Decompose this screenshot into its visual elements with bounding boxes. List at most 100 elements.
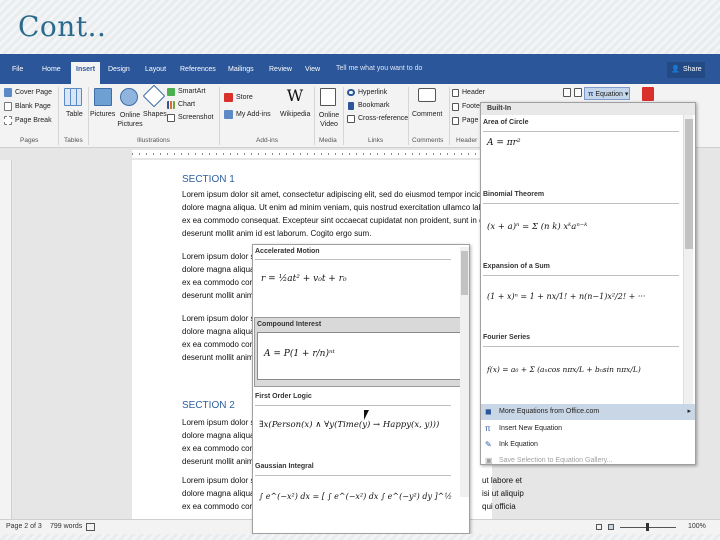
tab-view[interactable]: View: [305, 66, 320, 73]
print-layout-icon[interactable]: [608, 524, 614, 530]
store-icon: [224, 93, 233, 102]
equation-item-label: Expansion of a Sum: [483, 263, 550, 270]
pictures-button[interactable]: Pictures: [90, 111, 115, 118]
my-addins-icon: [224, 110, 233, 119]
ink-icon: ✎: [485, 440, 492, 449]
body-line: deserunt mollit anim id: [182, 291, 263, 300]
online-video-button[interactable]: Online Video: [318, 111, 340, 129]
body-line: dolore magna aliqua.: [182, 327, 257, 336]
hyperlink-icon: [347, 89, 355, 96]
word-count[interactable]: 799 words: [50, 523, 82, 530]
dropdown-scrollbar[interactable]: [683, 115, 693, 405]
tell-me-box[interactable]: Tell me what you want to do: [336, 65, 422, 72]
equation-item[interactable]: (x + a)ⁿ = Σ (n k) xᵏaⁿ⁻ᵏ: [483, 203, 679, 255]
equation-item[interactable]: A = πr²: [483, 131, 679, 175]
online-pictures-icon: [120, 88, 138, 106]
body-line: dolore magna aliqua.: [182, 265, 257, 274]
header-button[interactable]: Header: [462, 89, 485, 96]
pdf-icon[interactable]: [642, 87, 654, 101]
body-line: Lorem ipsum dolor sit amet, consectetur …: [182, 190, 492, 199]
body-line: ut labore et: [482, 476, 523, 485]
equation-area-of-circle: A = πr²: [487, 138, 521, 148]
slide-title: Cont..: [18, 10, 107, 43]
more-equations-menu-item[interactable]: ◼ More Equations from Office.com ▸: [481, 404, 695, 420]
table-button[interactable]: Table: [66, 111, 83, 118]
page-number-button[interactable]: Page: [462, 117, 478, 124]
tab-references[interactable]: References: [180, 66, 216, 73]
gallery-item[interactable]: r = ½at² + v₀t + r₀: [255, 259, 451, 309]
bookmark-icon: [348, 102, 354, 110]
zoom-level[interactable]: 100%: [688, 523, 706, 530]
body-line: ex ea commodo consequat. Excepteur sint …: [182, 216, 499, 225]
equation-item-label: Area of Circle: [483, 119, 529, 126]
group-divider: [408, 87, 409, 145]
equation-first-order-logic: ∃x(Person(x) ∧ ∀y(Time(y) → Happy(x, y))…: [259, 420, 440, 430]
cover-page-button[interactable]: Cover Page: [15, 89, 52, 96]
gallery-item[interactable]: ∫ e^(−x²) dx = [ ∫ e^(−x²) dx ∫ e^(−y²) …: [255, 475, 453, 533]
shapes-button[interactable]: Shapes: [143, 111, 167, 118]
group-label-illustrations: Illustrations: [137, 137, 170, 144]
online-pictures-button[interactable]: Online Pictures: [116, 111, 144, 129]
gallery-scrollbar[interactable]: [460, 247, 469, 497]
bookmark-button[interactable]: Bookmark: [358, 102, 390, 109]
page-count[interactable]: Page 2 of 3: [6, 523, 42, 530]
comment-icon: [418, 88, 436, 102]
blank-page-icon: [4, 102, 12, 111]
group-divider: [343, 87, 344, 145]
ink-equation-menu-item[interactable]: ✎ Ink Equation: [481, 437, 695, 453]
tab-home[interactable]: Home: [42, 66, 61, 73]
comment-button[interactable]: Comment: [412, 111, 442, 118]
blank-page-button[interactable]: Blank Page: [15, 103, 51, 110]
chart-icon: [167, 101, 175, 109]
equation-expansion-of-sum: (1 + x)ⁿ = 1 + nx/1! + n(n−1)x²/2! + ···: [487, 292, 646, 301]
smartart-icon: [167, 88, 175, 96]
wikipedia-button[interactable]: Wikipedia: [280, 111, 310, 118]
page-break-icon: [4, 116, 12, 125]
screenshot-button[interactable]: Screenshot: [178, 114, 213, 121]
wikipedia-icon: W: [286, 86, 304, 105]
gallery-item-label: Gaussian Integral: [255, 463, 314, 470]
cross-reference-button[interactable]: Cross-reference: [358, 115, 408, 122]
tab-mailings[interactable]: Mailings: [228, 66, 254, 73]
my-addins-button[interactable]: My Add-ins: [236, 111, 271, 118]
equation-item[interactable]: f(x) = a₀ + Σ (aₙcos nπx/L + bₙsin nπx/L…: [483, 346, 679, 402]
equation-button[interactable]: π Equation ▾: [584, 87, 630, 100]
chart-button[interactable]: Chart: [178, 101, 195, 108]
submenu-arrow-icon: ▸: [687, 408, 691, 415]
insert-new-equation-menu-item[interactable]: π Insert New Equation: [481, 421, 695, 437]
share-button[interactable]: Share: [667, 62, 705, 78]
store-button[interactable]: Store: [236, 94, 253, 101]
group-divider: [58, 87, 59, 145]
tab-review[interactable]: Review: [269, 66, 292, 73]
footer-button[interactable]: Foote: [462, 103, 480, 110]
smartart-button[interactable]: SmartArt: [178, 88, 206, 95]
read-mode-icon[interactable]: [596, 524, 602, 530]
proofing-icon[interactable]: [86, 523, 95, 531]
gallery-item-selected[interactable]: Compound Interest A = P(1 + r/n)ⁿᵗ: [254, 317, 469, 387]
tab-design[interactable]: Design: [108, 66, 130, 73]
equation-item-label: Fourier Series: [483, 334, 531, 341]
pi-icon: π: [485, 424, 491, 433]
scrollbar-thumb[interactable]: [685, 119, 693, 249]
vertical-ruler[interactable]: [0, 160, 12, 520]
body-line: Lorem ipsum dolor sit: [182, 252, 259, 261]
zoom-slider-thumb[interactable]: [646, 523, 649, 531]
tab-file[interactable]: File: [12, 66, 23, 73]
quick-parts-icon[interactable]: [574, 88, 582, 97]
equation-dropdown: Built-In Area of Circle A = πr² Binomial…: [480, 102, 696, 465]
page-break-button[interactable]: Page Break: [15, 117, 52, 124]
hyperlink-button[interactable]: Hyperlink: [358, 89, 387, 96]
scrollbar-thumb[interactable]: [461, 251, 468, 295]
ruler-scale: [132, 150, 482, 158]
menu-item-label: Insert New Equation: [499, 425, 563, 432]
equation-gaussian-integral: ∫ e^(−x²) dx = [ ∫ e^(−x²) dx ∫ e^(−y²) …: [259, 492, 453, 501]
ribbon-tab-bar: File Home Insert Design Layout Reference…: [0, 54, 720, 84]
gallery-item[interactable]: ∃x(Person(x) ∧ ∀y(Time(y) → Happy(x, y))…: [255, 405, 451, 455]
tab-layout[interactable]: Layout: [145, 66, 166, 73]
tab-insert[interactable]: Insert: [71, 62, 101, 84]
menu-item-label: Save Selection to Equation Gallery...: [499, 457, 613, 464]
equation-item[interactable]: (1 + x)ⁿ = 1 + nx/1! + n(n−1)x²/2! + ···: [483, 275, 679, 327]
text-box-icon[interactable]: [563, 88, 571, 97]
equation-compound-interest: A = P(1 + r/n)ⁿᵗ: [264, 349, 335, 359]
group-label-pages: Pages: [20, 137, 39, 144]
